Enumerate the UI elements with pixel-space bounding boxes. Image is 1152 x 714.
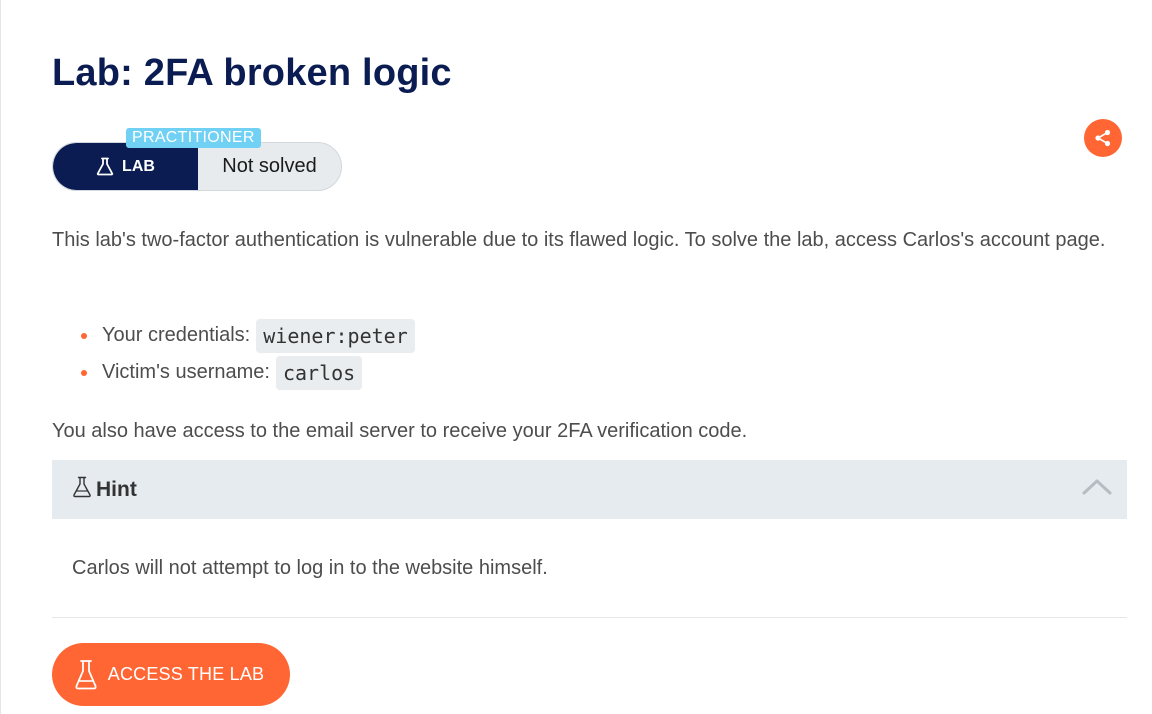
chevron-up-icon[interactable] <box>1082 478 1112 496</box>
credential-label: Your credentials: <box>102 324 251 346</box>
credentials-list: Your credentials: wiener:peter Victim's … <box>52 317 415 391</box>
lab-tag-label: LAB <box>122 157 155 175</box>
lab-tag: LAB <box>53 143 198 190</box>
divider <box>52 617 1127 618</box>
credential-value: wiener:peter <box>256 318 415 353</box>
status-text: Not solved <box>222 155 317 177</box>
page-title: Lab: 2FA broken logic <box>52 52 452 94</box>
credential-label: Victim's username: <box>102 361 270 383</box>
share-button[interactable] <box>1084 119 1122 157</box>
access-lab-button[interactable]: ACCESS THE LAB <box>52 643 290 706</box>
hint-toggle-header[interactable]: Hint <box>52 460 1127 519</box>
hint-body: Carlos will not attempt to log in to the… <box>72 557 548 579</box>
hint-title: Hint <box>96 478 137 501</box>
flask-icon <box>96 157 114 176</box>
share-icon <box>1095 129 1111 147</box>
access-lab-label: ACCESS THE LAB <box>107 664 265 684</box>
list-item: Victim's username: carlos <box>52 354 415 391</box>
status-pill: LAB Not solved <box>52 142 342 191</box>
flask-icon <box>73 476 91 498</box>
list-item: Your credentials: wiener:peter <box>52 317 415 354</box>
email-note: You also have access to the email server… <box>52 420 748 442</box>
lab-description: This lab's two-factor authentication is … <box>52 229 1106 251</box>
bullet-icon <box>81 370 87 376</box>
credential-value: carlos <box>275 355 363 390</box>
level-badge: PRACTITIONER <box>126 128 261 148</box>
lab-page: Lab: 2FA broken logic PRACTITIONER LAB N… <box>0 0 1152 714</box>
lab-status-widget: PRACTITIONER LAB Not solved <box>52 128 342 192</box>
flask-icon <box>75 659 97 689</box>
bullet-icon <box>81 333 87 339</box>
